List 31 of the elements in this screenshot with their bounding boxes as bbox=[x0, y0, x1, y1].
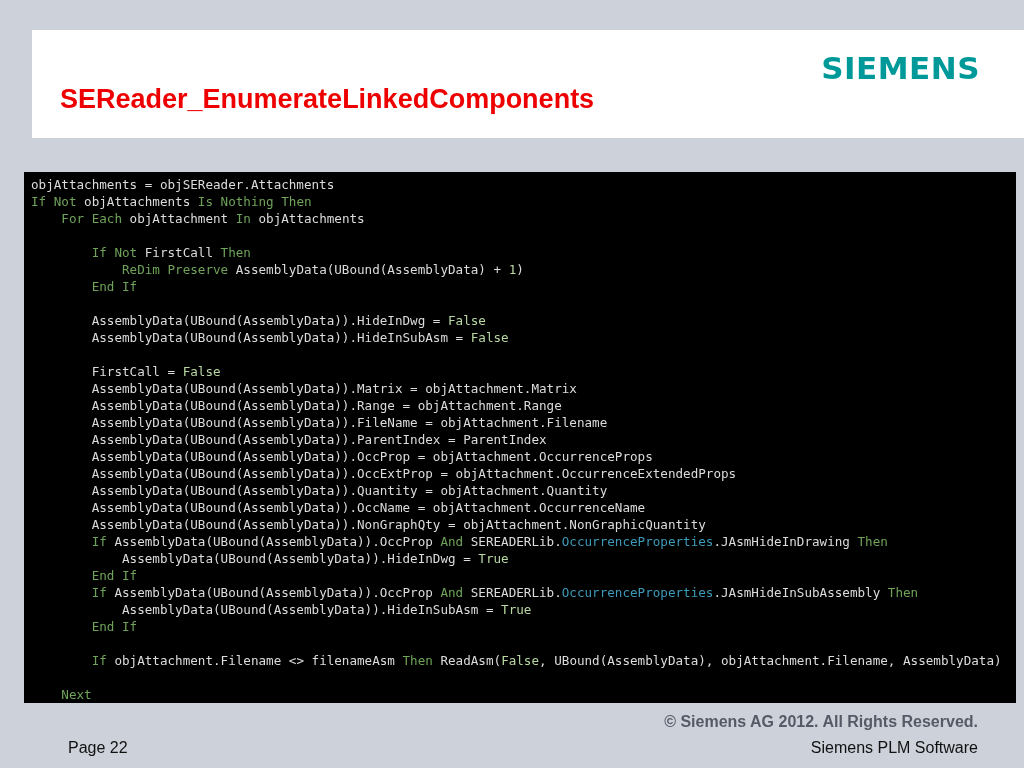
code-line: AssemblyData(UBound(AssemblyData)).HideInDwg = False bbox=[90, 312, 486, 329]
copyright-text: © Siemens AG 2012. All Rights Reserved. bbox=[664, 713, 978, 731]
code-line: AssemblyData(UBound(AssemblyData)).OccExtProp = objAttachment.OccurrenceExtendedProps bbox=[90, 465, 737, 482]
company-name: Siemens PLM Software bbox=[810, 739, 978, 757]
logo: SIEMENS bbox=[821, 50, 980, 86]
code-line: If AssemblyData(UBound(AssemblyData)).OccProp And SEREADERLib.OccurrenceProperties.JAsmHideInDrawing Then bbox=[90, 533, 888, 550]
code-line: If Not FirstCall Then bbox=[90, 244, 251, 261]
slide-title: SEReader_EnumerateLinkedComponents bbox=[60, 84, 595, 114]
code-line: If AssemblyData(UBound(AssemblyData)).OccProp And SEREADERLib.OccurrenceProperties.JAsmHideInSubAssembly Then bbox=[90, 584, 919, 601]
code-line: AssemblyData(UBound(AssemblyData)).Quantity = objAttachment.Quantity bbox=[90, 482, 608, 499]
code-line: AssemblyData(UBound(AssemblyData)).OccName = objAttachment.OccurrenceName bbox=[90, 499, 646, 516]
code-line: AssemblyData(UBound(AssemblyData)).NonGraphQty = objAttachment.NonGraphicQuantity bbox=[90, 516, 706, 533]
code-line: AssemblyData(UBound(AssemblyData)).FileName = objAttachment.Filename bbox=[90, 414, 608, 431]
code-line: AssemblyData(UBound(AssemblyData)).Range = objAttachment.Range bbox=[90, 397, 562, 414]
code-line: For Each objAttachment In objAttachments bbox=[60, 210, 365, 227]
code-line: AssemblyData(UBound(AssemblyData)).HideInSubAsm = True bbox=[121, 601, 532, 618]
code-line: End If bbox=[90, 567, 138, 584]
code-line: ReDim Preserve AssemblyData(UBound(AssemblyData) + 1) bbox=[121, 261, 524, 278]
code-line: If Not objAttachments Is Nothing Then bbox=[31, 193, 312, 210]
code-line: objAttachments = objSEReader.Attachments bbox=[31, 176, 335, 193]
code-line: AssemblyData(UBound(AssemblyData)).Matrix = objAttachment.Matrix bbox=[90, 380, 577, 397]
page-number: Page 22 bbox=[68, 739, 129, 757]
code-line: FirstCall = False bbox=[90, 363, 221, 380]
code-line: AssemblyData(UBound(AssemblyData)).OccProp = objAttachment.OccurrenceProps bbox=[90, 448, 653, 465]
code-line: If objAttachment.Filename <> filenameAsm Then ReadAsm(False, UBound(AssemblyData), objAttachment.Filename, AssemblyData) bbox=[90, 652, 1002, 669]
code-line: AssemblyData(UBound(AssemblyData)).HideInDwg = True bbox=[121, 550, 509, 567]
code-line: End If bbox=[90, 278, 138, 295]
code-line: End If bbox=[90, 618, 138, 635]
code-line: Next bbox=[60, 686, 92, 703]
code-line: AssemblyData(UBound(AssemblyData)).HideInSubAsm = False bbox=[90, 329, 509, 346]
code-line: AssemblyData(UBound(AssemblyData)).ParentIndex = ParentIndex bbox=[90, 431, 547, 448]
